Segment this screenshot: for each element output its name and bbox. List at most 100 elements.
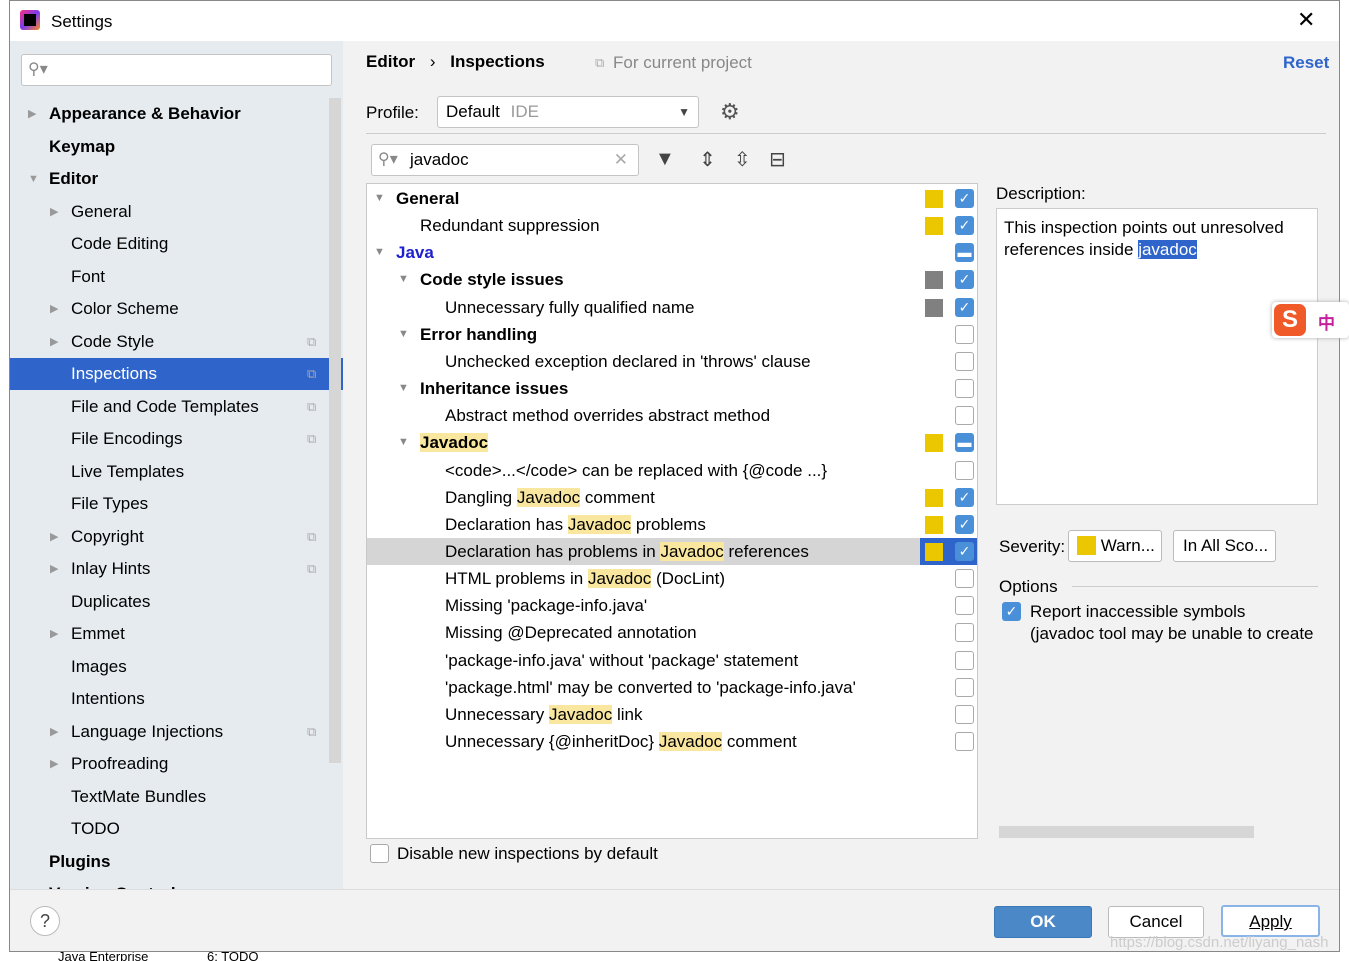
enable-checkbox[interactable] xyxy=(955,406,974,426)
scope-dropdown[interactable]: In All Sco... xyxy=(1173,530,1276,562)
apply-button[interactable]: Apply xyxy=(1221,905,1320,937)
chevron-down-icon[interactable]: ▼ xyxy=(398,375,409,402)
chevron-down-icon[interactable]: ▼ xyxy=(398,321,409,348)
sidebar-item-general[interactable]: ▶ General xyxy=(10,196,343,228)
enable-checkbox[interactable]: ✓ xyxy=(955,216,974,236)
sidebar-item-appearance-behavior[interactable]: ▶ Appearance & Behavior xyxy=(10,98,343,130)
chevron-down-icon[interactable]: ▼ xyxy=(374,185,385,212)
sidebar-item-code-editing[interactable]: Code Editing xyxy=(10,228,343,260)
collapse-all-icon[interactable]: ⇳ xyxy=(734,147,751,172)
inspection-row[interactable]: Unnecessary fully qualified name ✓ xyxy=(367,294,977,321)
sidebar-item-copyright[interactable]: ▶ Copyright ⧉ xyxy=(10,521,343,553)
sidebar-item-images[interactable]: Images xyxy=(10,651,343,683)
enable-checkbox[interactable] xyxy=(955,704,974,724)
enable-checkbox[interactable]: ✓ xyxy=(955,270,974,290)
sidebar-item-inspections[interactable]: Inspections ⧉ xyxy=(10,358,343,390)
disable-new-checkbox[interactable] xyxy=(370,844,389,863)
sidebar-item-editor[interactable]: ▼ Editor xyxy=(10,163,343,195)
chevron-right-icon[interactable]: ▶ xyxy=(50,326,58,358)
enable-checkbox[interactable]: ✓ xyxy=(955,514,974,534)
enable-checkbox[interactable] xyxy=(955,596,974,616)
enable-checkbox[interactable] xyxy=(955,650,974,670)
inspection-row[interactable]: ▼ General ✓ xyxy=(367,185,977,212)
chevron-down-icon[interactable]: ▼ xyxy=(398,429,409,456)
sidebar-item-file-encodings[interactable]: File Encodings ⧉ xyxy=(10,423,343,455)
taskbar-java-enterprise[interactable]: Java Enterprise xyxy=(58,952,148,961)
chevron-right-icon[interactable]: ▶ xyxy=(50,618,58,650)
inspection-row[interactable]: ▼ Javadoc ▬ xyxy=(367,429,977,456)
sidebar-item-color-scheme[interactable]: ▶ Color Scheme xyxy=(10,293,343,325)
sidebar-item-duplicates[interactable]: Duplicates xyxy=(10,586,343,618)
inspection-row[interactable]: Missing @Deprecated annotation xyxy=(367,619,977,646)
sidebar-item-keymap[interactable]: Keymap xyxy=(10,131,343,163)
inspection-row[interactable]: Unchecked exception declared in 'throws'… xyxy=(367,348,977,375)
inspection-row[interactable]: Missing 'package-info.java' xyxy=(367,592,977,619)
sidebar-item-file-types[interactable]: File Types xyxy=(10,488,343,520)
inspection-row[interactable]: 'package.html' may be converted to 'pack… xyxy=(367,674,977,701)
chevron-right-icon[interactable]: ▶ xyxy=(50,293,58,325)
chevron-down-icon[interactable]: ▼ xyxy=(28,163,39,195)
enable-checkbox[interactable] xyxy=(955,569,974,589)
report-inaccessible-checkbox[interactable]: ✓ xyxy=(1002,602,1021,621)
enable-checkbox[interactable] xyxy=(955,623,974,643)
inspection-row[interactable]: ▼ Java ▬ xyxy=(367,239,977,266)
sidebar-item-textmate-bundles[interactable]: TextMate Bundles xyxy=(10,781,343,813)
enable-checkbox[interactable]: ▬ xyxy=(955,243,974,263)
sidebar-item-plugins[interactable]: Plugins xyxy=(10,846,343,878)
inspection-row[interactable]: Declaration has problems in Javadoc refe… xyxy=(367,537,977,565)
enable-checkbox[interactable] xyxy=(955,732,974,751)
inspection-filter-input[interactable]: ⚲▾ javadoc ✕ xyxy=(371,144,639,176)
sidebar-item-intentions[interactable]: Intentions xyxy=(10,683,343,715)
enable-checkbox[interactable]: ▬ xyxy=(955,433,974,453)
sidebar-item-proofreading[interactable]: ▶ Proofreading xyxy=(10,748,343,780)
clear-icon[interactable]: ✕ xyxy=(614,145,628,175)
sidebar-item-language-injections[interactable]: ▶ Language Injections ⧉ xyxy=(10,716,343,748)
inspection-row[interactable]: <code>...</code> can be replaced with {@… xyxy=(367,457,977,484)
enable-checkbox[interactable] xyxy=(955,351,974,371)
enable-checkbox[interactable]: ✓ xyxy=(955,487,974,507)
chevron-right-icon[interactable]: ▶ xyxy=(50,521,58,553)
sidebar-item-emmet[interactable]: ▶ Emmet xyxy=(10,618,343,650)
chevron-right-icon[interactable]: ▶ xyxy=(28,98,36,130)
sidebar-item-font[interactable]: Font xyxy=(10,261,343,293)
enable-checkbox[interactable] xyxy=(955,677,974,697)
sidebar-item-file-and-code-templates[interactable]: File and Code Templates ⧉ xyxy=(10,391,343,423)
inspection-row[interactable]: Redundant suppression ✓ xyxy=(367,212,977,239)
inspection-row[interactable]: Dangling Javadoc comment ✓ xyxy=(367,484,977,511)
settings-search-input[interactable]: ⚲▾ xyxy=(21,54,332,86)
sidebar-item-live-templates[interactable]: Live Templates xyxy=(10,456,343,488)
inspection-row[interactable]: Unnecessary Javadoc link xyxy=(367,701,977,728)
sidebar-item-code-style[interactable]: ▶ Code Style ⧉ xyxy=(10,326,343,358)
chevron-right-icon[interactable]: ▶ xyxy=(50,553,58,585)
enable-checkbox[interactable]: ✓ xyxy=(955,189,974,208)
reset-link[interactable]: Reset xyxy=(1283,53,1329,73)
gear-icon[interactable]: ⚙ xyxy=(720,99,740,125)
filter-icon[interactable]: ▼ xyxy=(655,148,675,171)
sidebar-item-inlay-hints[interactable]: ▶ Inlay Hints ⧉ xyxy=(10,553,343,585)
inspection-row[interactable]: ▼ Error handling xyxy=(367,321,977,348)
options-scrollbar[interactable] xyxy=(999,826,1254,838)
chevron-right-icon[interactable]: ▶ xyxy=(28,878,36,889)
ok-button[interactable]: OK xyxy=(994,906,1092,938)
enable-checkbox[interactable] xyxy=(955,460,974,480)
enable-checkbox[interactable] xyxy=(955,324,974,344)
sidebar-item-version-control[interactable]: ▶ Version Control ⧉ xyxy=(10,878,343,889)
help-button[interactable]: ? xyxy=(30,906,60,936)
enable-checkbox[interactable]: ✓ xyxy=(955,297,974,317)
inspection-row[interactable]: ▼ Code style issues ✓ xyxy=(367,266,977,293)
chevron-right-icon[interactable]: ▶ xyxy=(50,748,58,780)
chevron-right-icon[interactable]: ▶ xyxy=(50,716,58,748)
inspection-row[interactable]: HTML problems in Javadoc (DocLint) xyxy=(367,565,977,592)
inspection-row[interactable]: Declaration has Javadoc problems ✓ xyxy=(367,511,977,538)
close-icon[interactable]: ✕ xyxy=(1297,7,1315,33)
chevron-down-icon[interactable]: ▼ xyxy=(398,266,409,293)
inspection-row[interactable]: Unnecessary {@inheritDoc} Javadoc commen… xyxy=(367,728,977,755)
enable-checkbox[interactable] xyxy=(955,379,974,399)
expand-all-icon[interactable]: ⇕ xyxy=(699,147,716,172)
profile-dropdown[interactable]: Default IDE ▼ xyxy=(437,96,699,128)
breadcrumb-editor[interactable]: Editor xyxy=(366,52,415,71)
sidebar-item-todo[interactable]: TODO xyxy=(10,813,343,845)
inspection-row[interactable]: ▼ Inheritance issues xyxy=(367,375,977,402)
severity-dropdown[interactable]: Warn... xyxy=(1068,530,1162,562)
inspection-row[interactable]: Abstract method overrides abstract metho… xyxy=(367,402,977,429)
